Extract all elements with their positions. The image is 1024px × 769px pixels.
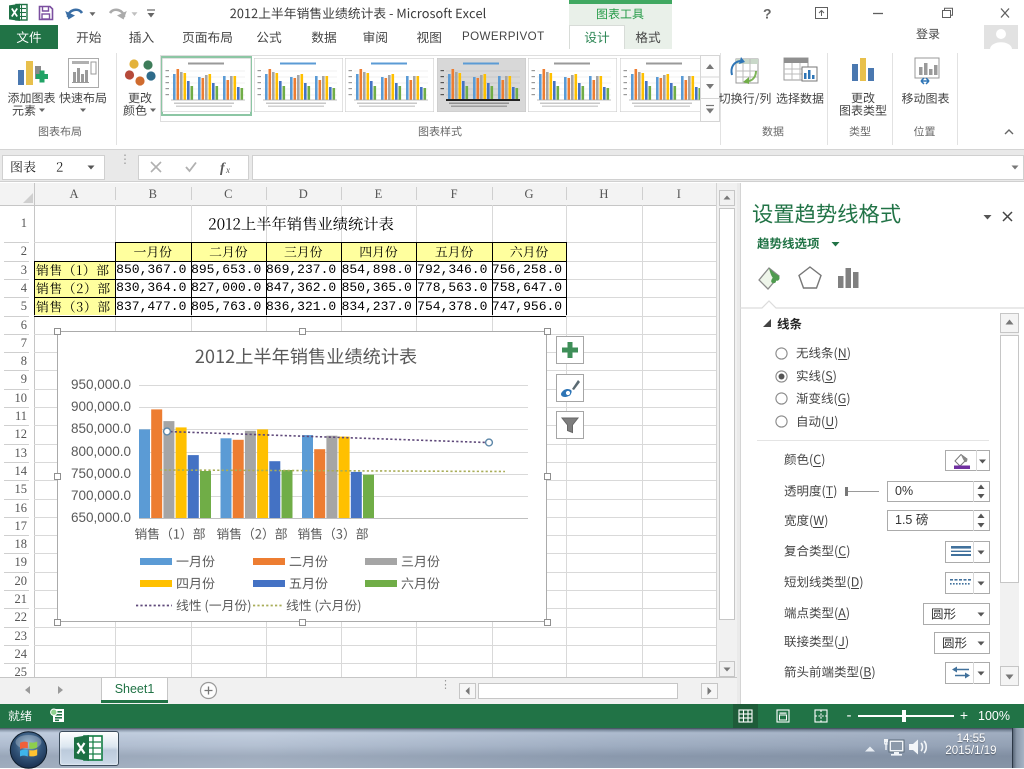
svg-text:?: ?: [763, 6, 772, 22]
